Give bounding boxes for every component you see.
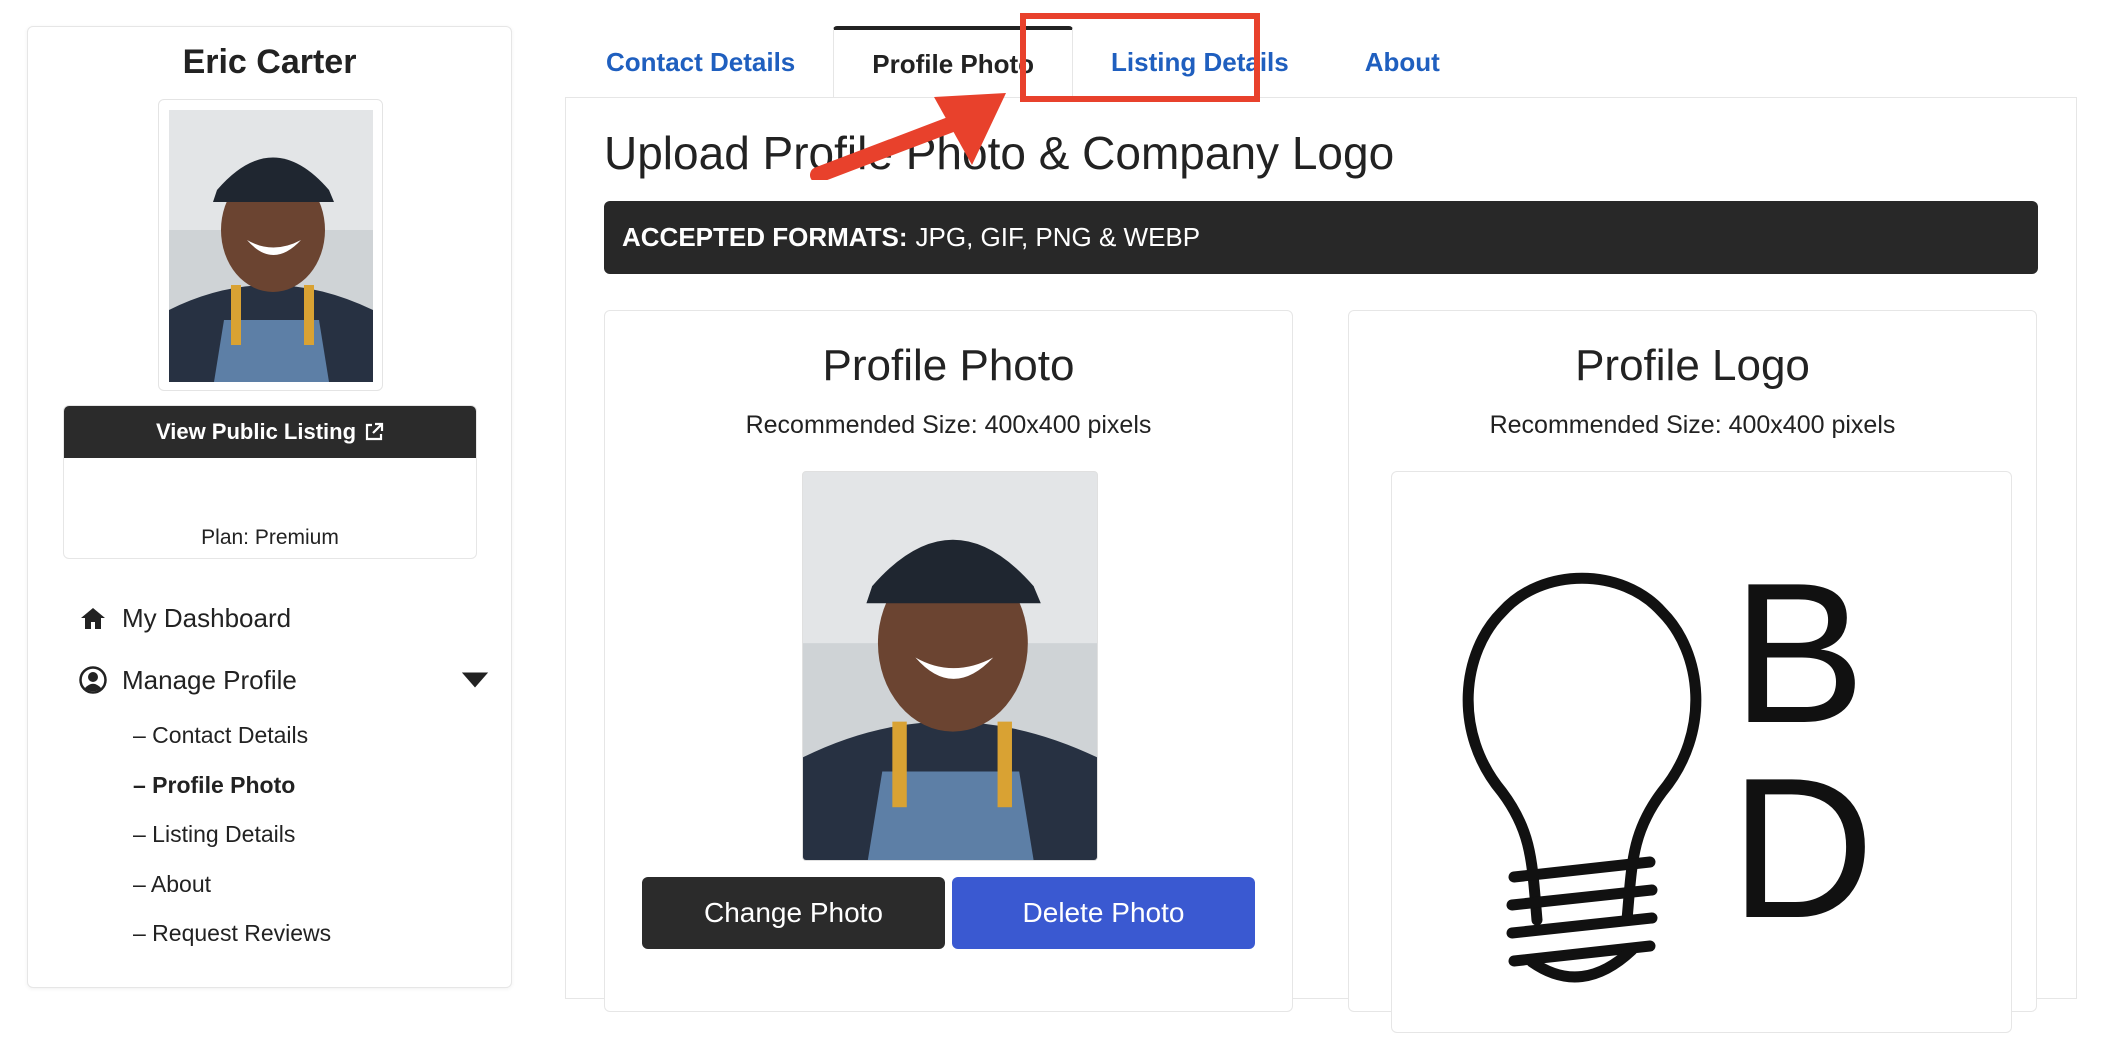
nav-sub-request-reviews[interactable]: – Request Reviews: [133, 909, 498, 959]
caret-down-icon[interactable]: [460, 665, 490, 695]
avatar-photo: [169, 110, 373, 382]
avatar: [158, 99, 383, 391]
user-circle-icon: [79, 666, 107, 694]
accepted-formats-label: ACCEPTED FORMATS:: [622, 222, 908, 252]
tab-profile-photo[interactable]: Profile Photo: [833, 26, 1074, 98]
profile-logo-title: Profile Logo: [1575, 341, 1810, 390]
nav-sub-profile-photo[interactable]: – Profile Photo: [133, 761, 498, 811]
nav-sub-contact-details[interactable]: – Contact Details: [133, 711, 498, 761]
external-link-icon: [365, 422, 384, 441]
manage-profile-submenu: – Contact Details – Profile Photo – List…: [133, 711, 498, 959]
nav-sub-about[interactable]: – About: [133, 860, 498, 910]
profile-photo-size-hint: Recommended Size: 400x400 pixels: [745, 411, 1152, 439]
logo-letter-d: D: [1730, 737, 1874, 960]
view-public-listing-button[interactable]: View Public Listing: [64, 406, 476, 458]
accepted-formats-banner: ACCEPTED FORMATS: JPG, GIF, PNG & WEBP: [604, 201, 2038, 274]
profile-photo-image: [803, 472, 1097, 860]
nav-item-dashboard-label: My Dashboard: [122, 602, 292, 633]
page-title: Upload Profile Photo & Company Logo: [604, 127, 1395, 179]
delete-photo-button[interactable]: Delete Photo: [952, 877, 1255, 949]
accepted-formats-value: JPG, GIF, PNG & WEBP: [915, 222, 1201, 252]
profile-photo-preview: [802, 471, 1098, 861]
nav-item-manage-profile[interactable]: Manage Profile: [78, 649, 498, 711]
tab-listing-details[interactable]: Listing Details: [1073, 26, 1327, 98]
company-logo: B D: [1462, 542, 1874, 983]
home-icon: [81, 608, 105, 629]
profile-card: View Public Listing Plan: Premium: [63, 405, 477, 559]
nav-sub-listing-details[interactable]: – Listing Details: [133, 810, 498, 860]
change-photo-button[interactable]: Change Photo: [642, 877, 945, 949]
nav-item-manage-profile-label: Manage Profile: [122, 664, 297, 695]
logo-letter-b: B: [1732, 542, 1865, 765]
nav-item-dashboard[interactable]: My Dashboard: [78, 587, 498, 649]
profile-photo-card: Profile Photo Recommended Size: 400x400 …: [604, 310, 1293, 1012]
profile-logo-size-hint: Recommended Size: 400x400 pixels: [1489, 411, 1896, 439]
user-name: Eric Carter: [182, 43, 357, 81]
tab-about[interactable]: About: [1327, 26, 1478, 98]
sidebar-nav: My Dashboard Manage Profile – Contact De…: [78, 587, 498, 959]
profile-logo-card: Profile Logo Recommended Size: 400x400 p…: [1348, 310, 2037, 1033]
tab-bar: Contact Details Profile Photo Listing De…: [568, 26, 1478, 98]
view-public-listing-label: View Public Listing: [155, 419, 357, 444]
profile-photo-title: Profile Photo: [822, 341, 1075, 390]
sidebar: Eric Carter View Public Listing Plan: Pr…: [27, 26, 512, 988]
profile-logo-preview: B D: [1391, 471, 2012, 1033]
plan-label: Plan: Premium: [201, 526, 339, 549]
main-panel: Upload Profile Photo & Company Logo ACCE…: [565, 97, 2077, 1033]
tab-contact-details[interactable]: Contact Details: [568, 26, 833, 98]
